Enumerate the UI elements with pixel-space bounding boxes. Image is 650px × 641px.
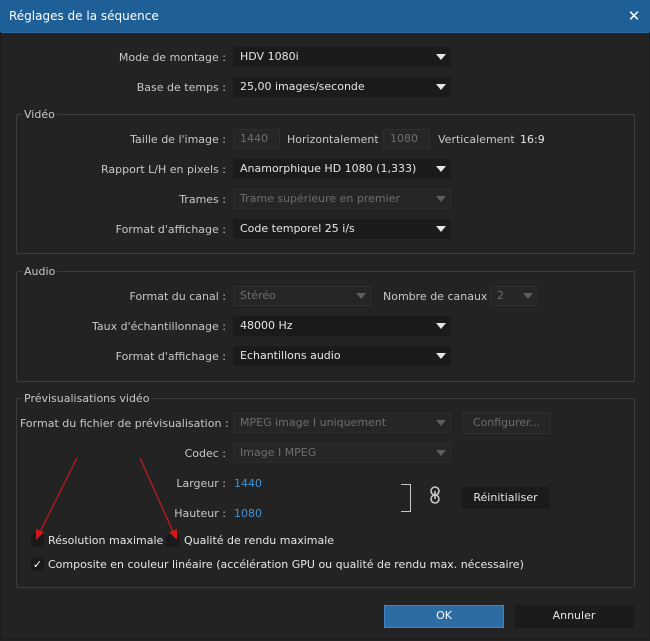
cancel-button[interactable]: Annuler <box>514 605 634 628</box>
chevron-down-icon <box>436 450 446 456</box>
channel-format-label: Format du canal : <box>129 290 226 303</box>
audio-group-label: Audio <box>22 265 58 278</box>
pixel-aspect-value: Anamorphique HD 1080 (1,333) <box>240 162 417 175</box>
vertical-label: Verticalement <box>438 133 515 146</box>
max-render-quality-checkbox[interactable] <box>166 534 179 547</box>
linear-composite-label[interactable]: Composite en couleur linéaire (accélérat… <box>48 558 524 571</box>
chevron-down-icon <box>436 166 446 172</box>
channel-count-value: 2 <box>497 289 504 302</box>
reset-button[interactable]: Réinitialiser <box>461 487 550 509</box>
video-previews-group-label: Prévisualisations vidéo <box>22 392 152 405</box>
frame-width-value: 1440 <box>240 132 268 145</box>
preview-width-label: Largeur : <box>176 477 226 490</box>
codec-select[interactable]: Image I MPEG <box>233 443 451 463</box>
chevron-down-icon <box>436 353 446 359</box>
audio-display-format-label: Format d'affichage : <box>115 350 226 363</box>
ok-button[interactable]: OK <box>384 605 504 628</box>
editing-mode-select[interactable]: HDV 1080i <box>233 47 451 67</box>
preview-height-value[interactable]: 1080 <box>234 507 262 520</box>
pixel-aspect-select[interactable]: Anamorphique HD 1080 (1,333) <box>233 159 451 179</box>
window-title: Réglages de la séquence <box>9 9 159 23</box>
sample-rate-label: Taux d'échantillonnage : <box>92 320 226 333</box>
max-resolution-label[interactable]: Résolution maximale <box>48 534 163 547</box>
preview-file-format-label: Format du fichier de prévisualisation : <box>20 417 229 430</box>
audio-display-format-select[interactable]: Echantillons audio <box>233 346 451 366</box>
timebase-label: Base de temps : <box>136 81 226 94</box>
timebase-select[interactable]: 25,00 images/seconde <box>233 77 451 97</box>
max-resolution-checkbox[interactable] <box>31 534 44 547</box>
chevron-down-icon <box>436 323 446 329</box>
audio-display-format-value: Echantillons audio <box>240 349 341 362</box>
max-render-quality-label[interactable]: Qualité de rendu maximale <box>184 534 334 547</box>
title-bar: Réglages de la séquence ✕ <box>0 0 650 33</box>
chain-link-icon[interactable] <box>428 486 442 504</box>
pixel-aspect-label: Rapport L/H en pixels : <box>101 163 226 176</box>
configure-button[interactable]: Configurer... <box>462 412 551 434</box>
sample-rate-select[interactable]: 48000 Hz <box>233 316 451 336</box>
horizontal-label: Horizontalement <box>287 133 379 146</box>
frame-width-field[interactable]: 1440 <box>233 129 280 149</box>
chevron-down-icon <box>436 54 446 60</box>
fields-select[interactable]: Trame supérieure en premier <box>233 189 451 209</box>
chevron-down-icon <box>436 196 446 202</box>
channel-count-select[interactable]: 2 <box>490 286 538 306</box>
fields-value: Trame supérieure en premier <box>240 192 400 205</box>
editing-mode-value: HDV 1080i <box>240 50 299 63</box>
close-icon[interactable]: ✕ <box>622 4 646 28</box>
sample-rate-value: 48000 Hz <box>240 319 293 332</box>
frame-height-value: 1080 <box>390 132 418 145</box>
preview-height-label: Hauteur : <box>174 507 226 520</box>
codec-label: Codec : <box>184 447 226 460</box>
frame-size-label: Taille de l'image : <box>130 133 226 146</box>
preview-file-format-value: MPEG image I uniquement <box>240 416 387 429</box>
chevron-down-icon <box>523 293 533 299</box>
codec-value: Image I MPEG <box>240 446 317 459</box>
channel-format-select[interactable]: Stéréo <box>233 286 371 306</box>
channel-format-value: Stéréo <box>240 289 276 302</box>
fields-label: Trames : <box>179 193 226 206</box>
preview-width-value[interactable]: 1440 <box>234 477 262 490</box>
video-display-format-label: Format d'affichage : <box>115 223 226 236</box>
preview-file-format-select[interactable]: MPEG image I uniquement <box>233 413 451 433</box>
editing-mode-label: Mode de montage : <box>118 51 226 64</box>
timebase-value: 25,00 images/seconde <box>240 80 365 93</box>
chevron-down-icon <box>436 226 446 232</box>
video-display-format-value: Code temporel 25 i/s <box>240 222 355 235</box>
aspect-ratio-value: 16:9 <box>520 133 545 146</box>
video-display-format-select[interactable]: Code temporel 25 i/s <box>233 219 451 239</box>
constrain-bracket <box>401 484 411 512</box>
video-group-label: Vidéo <box>22 108 57 121</box>
chevron-down-icon <box>436 420 446 426</box>
frame-height-field[interactable]: 1080 <box>383 129 430 149</box>
chevron-down-icon <box>436 84 446 90</box>
channel-count-label: Nombre de canaux : <box>383 290 495 303</box>
linear-composite-checkbox[interactable]: ✓ <box>31 558 44 571</box>
chevron-down-icon <box>356 293 366 299</box>
